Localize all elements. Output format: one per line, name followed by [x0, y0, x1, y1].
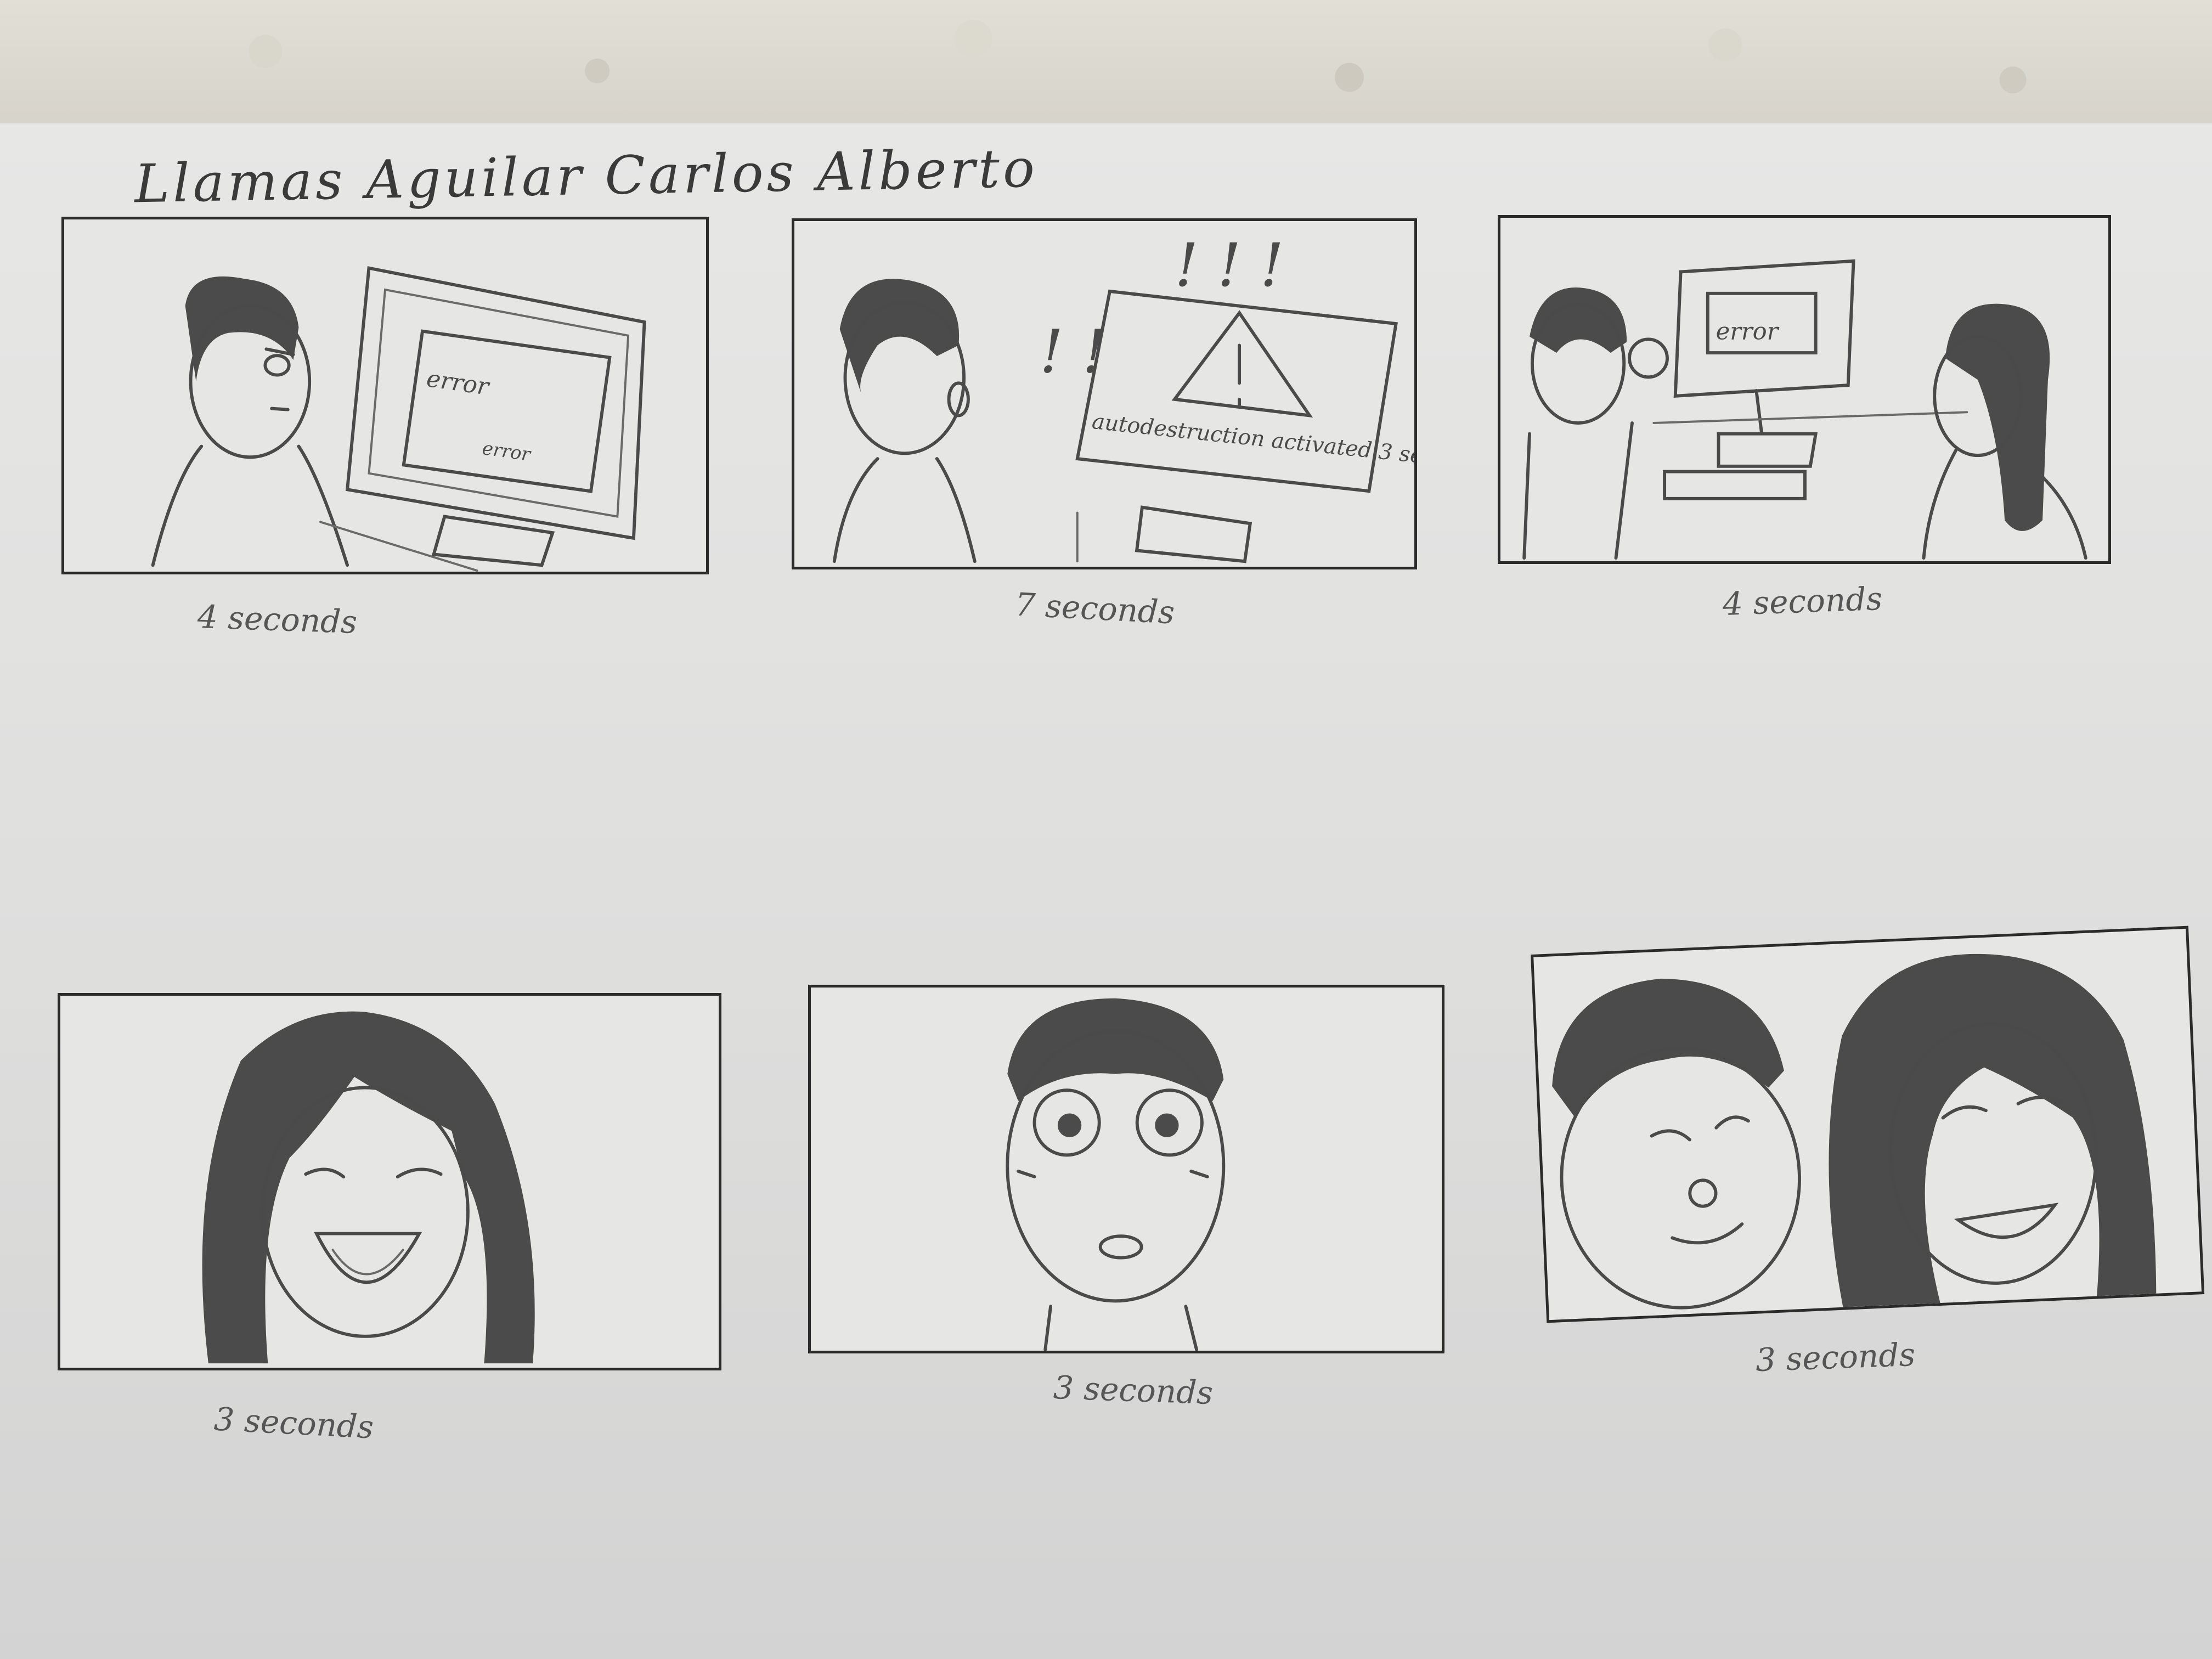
panel-2-top-exclaim: ! ! !	[1175, 230, 1284, 300]
panel-2: ! ! ! ! ! autodestruction activated 3 se…	[792, 218, 1417, 569]
panel-1-duration: 4 seconds	[196, 597, 358, 641]
panel-2-side-exclaim: ! !	[1040, 317, 1106, 387]
panel-2-sketch: ! ! ! ! ! autodestruction activated 3 se…	[832, 230, 1414, 563]
panel-3-sketch: error	[1522, 259, 2087, 560]
panel-1: error error	[61, 217, 709, 574]
panel-6-sketch	[1552, 953, 2157, 1310]
panel-5-duration: 3 seconds	[1052, 1368, 1214, 1412]
panel-3-duration: 4 seconds	[1722, 579, 1883, 623]
panel-1-screen-error-2: error	[481, 437, 533, 465]
panel-4	[58, 993, 721, 1370]
panel-1-screen-error-1: error	[425, 365, 492, 401]
panel-4-sketch	[202, 1011, 535, 1364]
textured-wall	[0, 0, 2212, 129]
panel-1-sketch: error error	[151, 266, 646, 572]
panel-6-duration: 3 seconds	[1754, 1335, 1916, 1379]
panel-3-screen-error: error	[1716, 318, 1780, 345]
panel-5-sketch	[1006, 998, 1226, 1351]
panel-3: error	[1498, 215, 2111, 564]
panel-5	[808, 985, 1444, 1353]
panel-6	[1531, 926, 2205, 1323]
